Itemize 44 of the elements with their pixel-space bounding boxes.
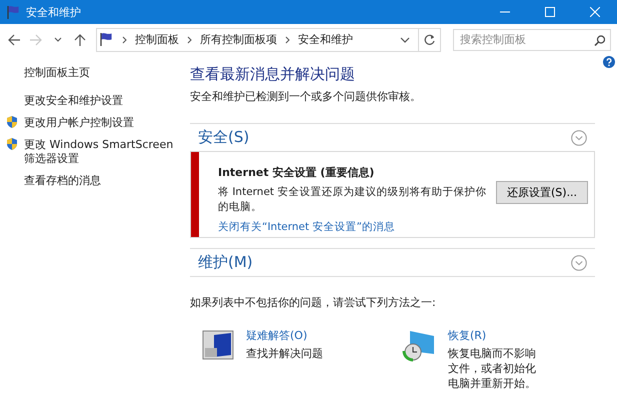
dismiss-link[interactable]: 关闭有关“Internet 安全设置”的消息 bbox=[218, 220, 395, 234]
alert-message: 将 Internet 安全设置还原为建议的级别将有助于保护你的电脑。 bbox=[218, 185, 488, 215]
refresh-icon bbox=[424, 34, 436, 46]
option-link[interactable]: 恢复(R) bbox=[448, 328, 543, 343]
chevron-icon bbox=[122, 36, 127, 44]
sidebar-link[interactable]: 更改安全和维护设置 bbox=[24, 94, 123, 108]
section-title[interactable]: 维护(M) bbox=[198, 253, 253, 272]
forward-icon bbox=[30, 34, 42, 46]
breadcrumb[interactable]: 所有控制面板项 bbox=[200, 32, 277, 47]
shield-icon bbox=[6, 116, 18, 128]
sidebar-link[interactable]: 更改 Windows SmartScreen 筛选器设置 bbox=[24, 138, 174, 166]
option-description: 查找并解决问题 bbox=[246, 346, 324, 361]
back-icon bbox=[8, 34, 20, 46]
option-link[interactable]: 疑难解答(O) bbox=[246, 328, 341, 343]
flag-icon bbox=[99, 32, 114, 47]
dropdown-icon bbox=[400, 36, 410, 44]
sidebar-link[interactable]: 控制面板主页 bbox=[24, 66, 90, 80]
hint-text: 如果列表中不包括你的问题，请尝试下列方法之一: bbox=[190, 295, 437, 310]
search-field[interactable]: 搜索控制面板 bbox=[453, 28, 611, 50]
recovery-icon bbox=[402, 328, 436, 362]
window-title: 安全和维护 bbox=[26, 4, 82, 20]
app-icon bbox=[6, 5, 20, 19]
sidebar-link[interactable]: 更改用户帐户控制设置 bbox=[24, 116, 134, 130]
chevron-icon[interactable] bbox=[571, 254, 587, 270]
up-icon bbox=[74, 34, 86, 46]
search-icon bbox=[594, 34, 605, 46]
chevron-icon[interactable] bbox=[571, 130, 587, 146]
page-heading: 查看最新消息并解决问题 bbox=[190, 65, 356, 84]
chevron-icon bbox=[285, 36, 290, 44]
alert-title: Internet 安全设置 (重要信息) bbox=[218, 165, 376, 180]
troubleshoot-icon bbox=[202, 328, 234, 360]
option-description: 恢复电脑而不影响文件，或者初始化电脑并重新开始。 bbox=[448, 346, 537, 391]
breadcrumb[interactable]: 控制面板 bbox=[135, 32, 179, 47]
breadcrumb[interactable]: 安全和维护 bbox=[298, 32, 353, 47]
section-title[interactable]: 安全(S) bbox=[198, 128, 250, 147]
chevron-icon bbox=[187, 36, 192, 44]
sidebar-link[interactable]: 查看存档的消息 bbox=[24, 174, 101, 188]
close-icon bbox=[590, 7, 600, 17]
address-bar[interactable]: 控制面板 所有控制面板项 安全和维护 bbox=[96, 28, 441, 52]
shield-icon bbox=[6, 138, 18, 150]
maximize-icon bbox=[544, 7, 554, 17]
page-subtitle: 安全和维护已检测到一个或多个问题供你审核。 bbox=[190, 89, 422, 104]
restore-settings-button[interactable]: 还原设置(S)... bbox=[496, 181, 588, 204]
help-icon[interactable] bbox=[603, 56, 615, 68]
